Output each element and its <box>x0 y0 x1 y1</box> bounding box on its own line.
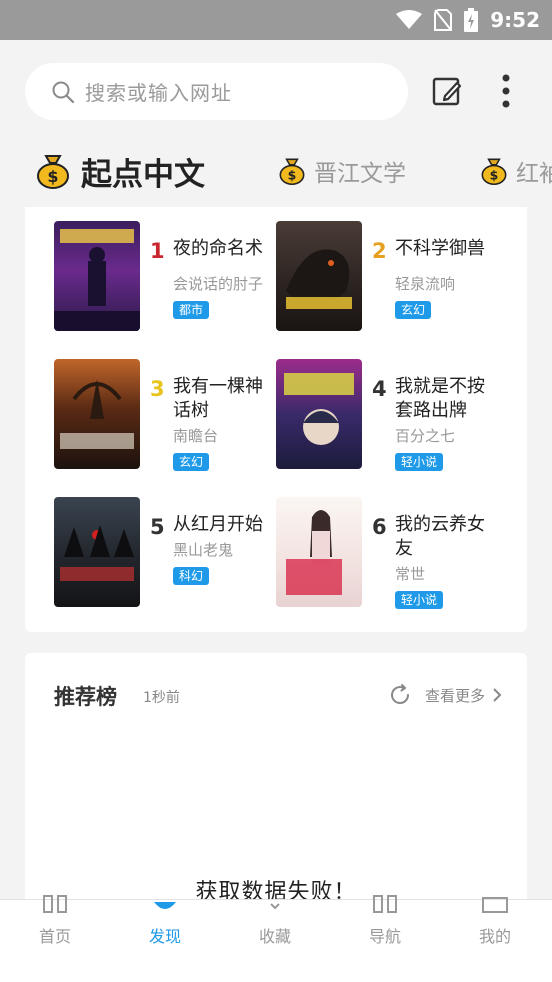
nav-discover[interactable]: 发现 <box>110 900 220 982</box>
wifi-icon <box>396 10 423 29</box>
tab-qidian[interactable]: $ 起点中文 <box>35 147 205 195</box>
svg-text:$: $ <box>490 168 499 183</box>
money-bag-icon: $ <box>279 158 305 185</box>
rank-number: 2 <box>372 239 387 263</box>
svg-text:$: $ <box>288 168 297 183</box>
battery-icon <box>464 8 479 32</box>
home-icon <box>43 895 67 913</box>
genre-tag: 轻小说 <box>395 591 444 609</box>
book-author: 轻泉流响 <box>395 275 456 293</box>
book-item[interactable]: 1 夜的命名术 会说话的肘子 都市 <box>54 221 276 331</box>
no-sim-icon <box>434 9 453 31</box>
book-cover <box>276 497 362 607</box>
rank-number: 4 <box>372 377 387 401</box>
money-bag-icon: $ <box>481 158 507 185</box>
view-more-link[interactable]: 查看更多 <box>425 685 485 706</box>
book-title: 我的云养女友 <box>395 514 485 559</box>
book-item[interactable]: 2 不科学御兽 轻泉流响 玄幻 <box>276 221 498 331</box>
favorite-icon <box>270 903 280 910</box>
book-title: 我有一棵神话树 <box>173 376 263 421</box>
clock: 9:52 <box>490 8 540 32</box>
book-author: 会说话的肘子 <box>173 275 264 293</box>
tab-label: 起点中文 <box>81 156 205 193</box>
book-cover <box>54 359 140 469</box>
book-cover <box>54 497 140 607</box>
nav-label: 发现 <box>148 927 181 946</box>
bottom-nav: 首页 发现 收藏 导航 我的 <box>0 895 552 982</box>
money-bag-icon: $ <box>37 155 69 189</box>
nav-favorites[interactable]: 收藏 <box>220 900 330 982</box>
rank-number: 3 <box>150 377 165 401</box>
chevron-right-icon <box>493 688 502 702</box>
book-item[interactable]: 3 我有一棵神话树 南瞻台 玄幻 <box>54 359 276 471</box>
nav-label: 我的 <box>478 927 511 946</box>
book-cover <box>276 359 362 469</box>
svg-text:$: $ <box>47 167 58 186</box>
book-author: 南瞻台 <box>173 427 219 445</box>
rank-number: 5 <box>150 515 165 539</box>
book-title: 我就是不按套路出牌 <box>395 376 485 421</box>
genre-tag: 轻小说 <box>395 453 444 471</box>
book-item[interactable]: 5 从红月开始 黑山老鬼 科幻 <box>54 497 276 607</box>
edit-icon[interactable] <box>431 75 463 107</box>
discover-icon <box>154 902 176 909</box>
genre-tag: 科幻 <box>173 567 210 585</box>
book-cover <box>276 221 362 331</box>
book-author: 黑山老鬼 <box>173 541 234 559</box>
nav-navigation[interactable]: 导航 <box>330 895 440 982</box>
ranking-list: 1 夜的命名术 会说话的肘子 都市 2 不科学御兽 轻泉流响 玄幻 3 我有一棵… <box>25 207 527 632</box>
book-title: 夜的命名术 <box>173 238 263 259</box>
more-vertical-icon[interactable] <box>494 72 518 110</box>
rank-number: 1 <box>150 239 165 263</box>
book-title: 从红月开始 <box>173 514 263 535</box>
book-author: 百分之七 <box>395 427 456 445</box>
tab-hongxiu[interactable]: $ 红袖 <box>480 147 552 195</box>
navigation-icon <box>373 895 397 913</box>
genre-tag: 玄幻 <box>173 453 210 471</box>
nav-home[interactable]: 首页 <box>0 895 110 982</box>
section-title: 推荐榜 <box>54 685 117 709</box>
update-time: 1秒前 <box>143 690 180 706</box>
search-placeholder: 搜索或输入网址 <box>85 81 232 105</box>
profile-icon <box>482 897 508 913</box>
genre-tag: 玄幻 <box>395 301 432 319</box>
nav-profile[interactable]: 我的 <box>440 897 550 982</box>
tab-label: 晋江文学 <box>314 161 406 187</box>
search-input[interactable]: 搜索或输入网址 <box>25 63 408 120</box>
refresh-icon[interactable] <box>388 683 412 707</box>
genre-tag: 都市 <box>173 301 210 319</box>
nav-label: 首页 <box>38 927 71 946</box>
book-item[interactable]: 6 我的云养女友 常世 轻小说 <box>276 497 498 609</box>
search-icon <box>52 81 75 104</box>
nav-label: 导航 <box>368 927 401 946</box>
book-title: 不科学御兽 <box>395 238 485 259</box>
book-author: 常世 <box>395 565 426 583</box>
nav-label: 收藏 <box>258 927 291 946</box>
rank-number: 6 <box>372 515 387 539</box>
book-cover <box>54 221 140 331</box>
status-bar: 9:52 <box>0 0 552 40</box>
tab-jinjiang[interactable]: $ 晋江文学 <box>278 147 406 195</box>
tab-label: 红袖 <box>516 161 552 187</box>
book-item[interactable]: 4 我就是不按套路出牌 百分之七 轻小说 <box>276 359 498 471</box>
